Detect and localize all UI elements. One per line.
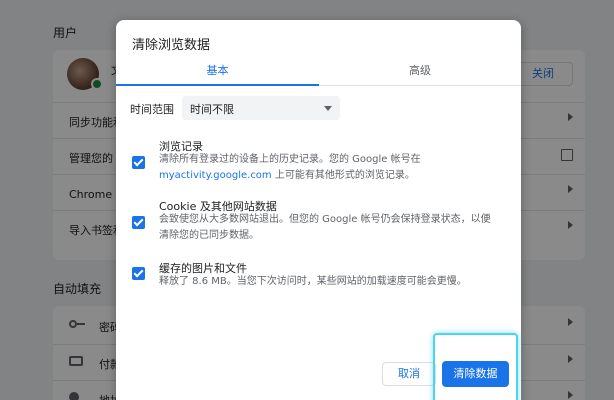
option-desc-line2: 清除您的已同步数据。	[159, 230, 259, 241]
clear-browsing-data-dialog: 清除浏览数据 基本 高级 时间范围 时间不限 浏览记录 清除所有登录过的设备上的…	[116, 20, 521, 400]
cookies-checkbox[interactable]	[132, 216, 145, 229]
clear-data-button[interactable]: 清除数据	[442, 361, 509, 387]
time-range-value: 时间不限	[190, 103, 234, 116]
tab-basic[interactable]: 基本	[116, 62, 319, 86]
myactivity-link[interactable]: myactivity.google.com	[159, 170, 272, 181]
cached-images-checkbox[interactable]	[132, 267, 145, 280]
time-range-select[interactable]: 时间不限	[182, 96, 340, 120]
option-desc-line2: myactivity.google.com 上可能有其他形式的浏览记录。	[159, 170, 415, 181]
dropdown-arrow-icon	[324, 106, 332, 111]
option-desc: 会致使您从大多数网站退出。但您的 Google 帐号仍会保持登录状态，以便	[159, 214, 491, 225]
time-range-label: 时间范围	[130, 103, 174, 116]
tab-indicator	[116, 84, 319, 86]
option-desc: 清除所有登录过的设备上的历史记录。您的 Google 帐号在	[159, 154, 421, 165]
option-desc: 释放了 8.6 MB。当您下次访问时，某些网站的加载速度可能会更慢。	[159, 276, 467, 287]
cancel-button[interactable]: 取消	[382, 362, 436, 386]
browsing-history-checkbox[interactable]	[132, 156, 145, 169]
tab-advanced[interactable]: 高级	[319, 62, 521, 86]
dialog-title: 清除浏览数据	[132, 38, 211, 53]
